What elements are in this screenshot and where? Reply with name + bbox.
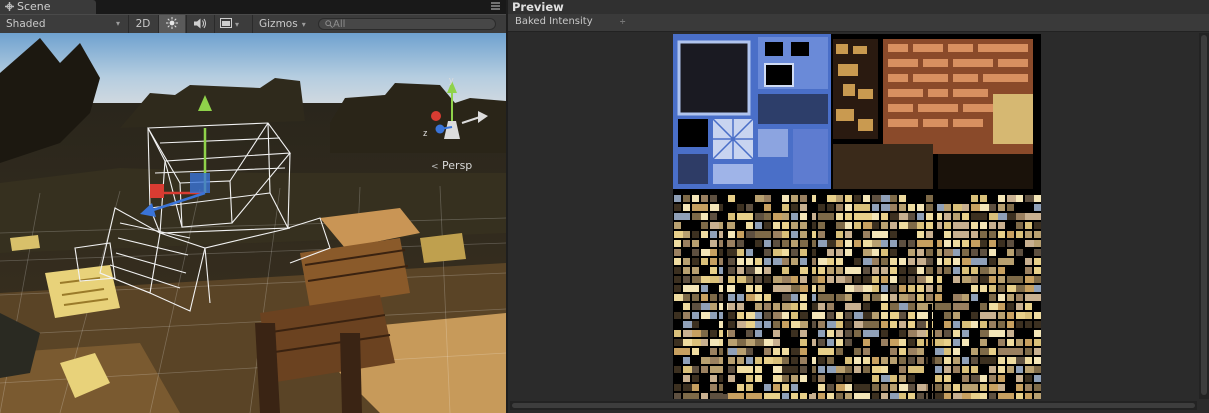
- 2d-toggle-label: 2D: [135, 18, 151, 30]
- lightmap-atlas: [673, 34, 1041, 399]
- preview-panel: Preview Baked Intensity ÷: [508, 0, 1209, 413]
- panel-menu-icon[interactable]: [491, 2, 500, 10]
- scene-toolbar: Shaded ▾ 2D ▾ Gizmos ▾ All: [0, 14, 506, 34]
- 2d-toggle-button[interactable]: 2D: [128, 15, 157, 33]
- search-placeholder: All: [333, 19, 346, 30]
- light-toggle-button[interactable]: [158, 15, 185, 33]
- scene-tab-strip: Scene: [0, 0, 506, 14]
- audio-toggle-button[interactable]: [186, 15, 213, 33]
- effects-toggle-icon: [220, 18, 232, 28]
- vertical-scroll-thumb[interactable]: [1201, 35, 1207, 395]
- scene-viewport[interactable]: y z < Persp: [0, 33, 506, 413]
- preview-toolbar: Baked Intensity ÷: [508, 14, 1209, 32]
- lightmap-preview-image: [673, 34, 1041, 399]
- gizmos-label: Gizmos: [259, 18, 298, 30]
- preview-mode-value: Baked Intensity: [515, 16, 593, 27]
- scene-panel: Scene Shaded ▾ 2D ▾ Gizmos ▾ All y z < P…: [0, 0, 506, 413]
- horizontal-scroll-thumb[interactable]: [512, 403, 1195, 408]
- scene-render: y z: [0, 33, 506, 413]
- preview-dropdown-arrow-icon: ÷: [619, 17, 626, 26]
- search-icon: [325, 20, 333, 28]
- scene-tab-icon: [5, 2, 14, 11]
- effects-toggle-button[interactable]: ▾: [214, 15, 248, 33]
- preview-mode-dropdown[interactable]: Baked Intensity ÷: [512, 15, 630, 29]
- preview-horizontal-scrollbar[interactable]: [510, 401, 1197, 410]
- preview-vertical-scrollbar[interactable]: [1199, 33, 1209, 399]
- shading-mode-value: Shaded: [6, 18, 46, 30]
- audio-toggle-icon: [194, 18, 206, 29]
- gizmo-z-label: z: [423, 128, 428, 138]
- preview-title: Preview: [508, 0, 1209, 14]
- gizmo-y-label: y: [449, 75, 454, 85]
- dropdown-arrow-icon: ▾: [115, 19, 120, 28]
- scene-search-input[interactable]: All: [318, 18, 496, 30]
- projection-arrow-icon: <: [431, 162, 439, 172]
- shading-mode-dropdown[interactable]: Shaded ▾: [6, 15, 124, 33]
- projection-label-text: Persp: [442, 159, 473, 172]
- light-toggle-icon: [166, 17, 178, 29]
- effects-dropdown-arrow-icon: ▾: [235, 20, 240, 29]
- scene-tab[interactable]: Scene: [0, 0, 96, 14]
- gizmos-dropdown[interactable]: Gizmos ▾: [252, 15, 314, 33]
- scene-tab-label: Scene: [17, 0, 51, 13]
- projection-label[interactable]: < Persp: [431, 159, 472, 172]
- gizmos-arrow-icon: ▾: [301, 20, 306, 29]
